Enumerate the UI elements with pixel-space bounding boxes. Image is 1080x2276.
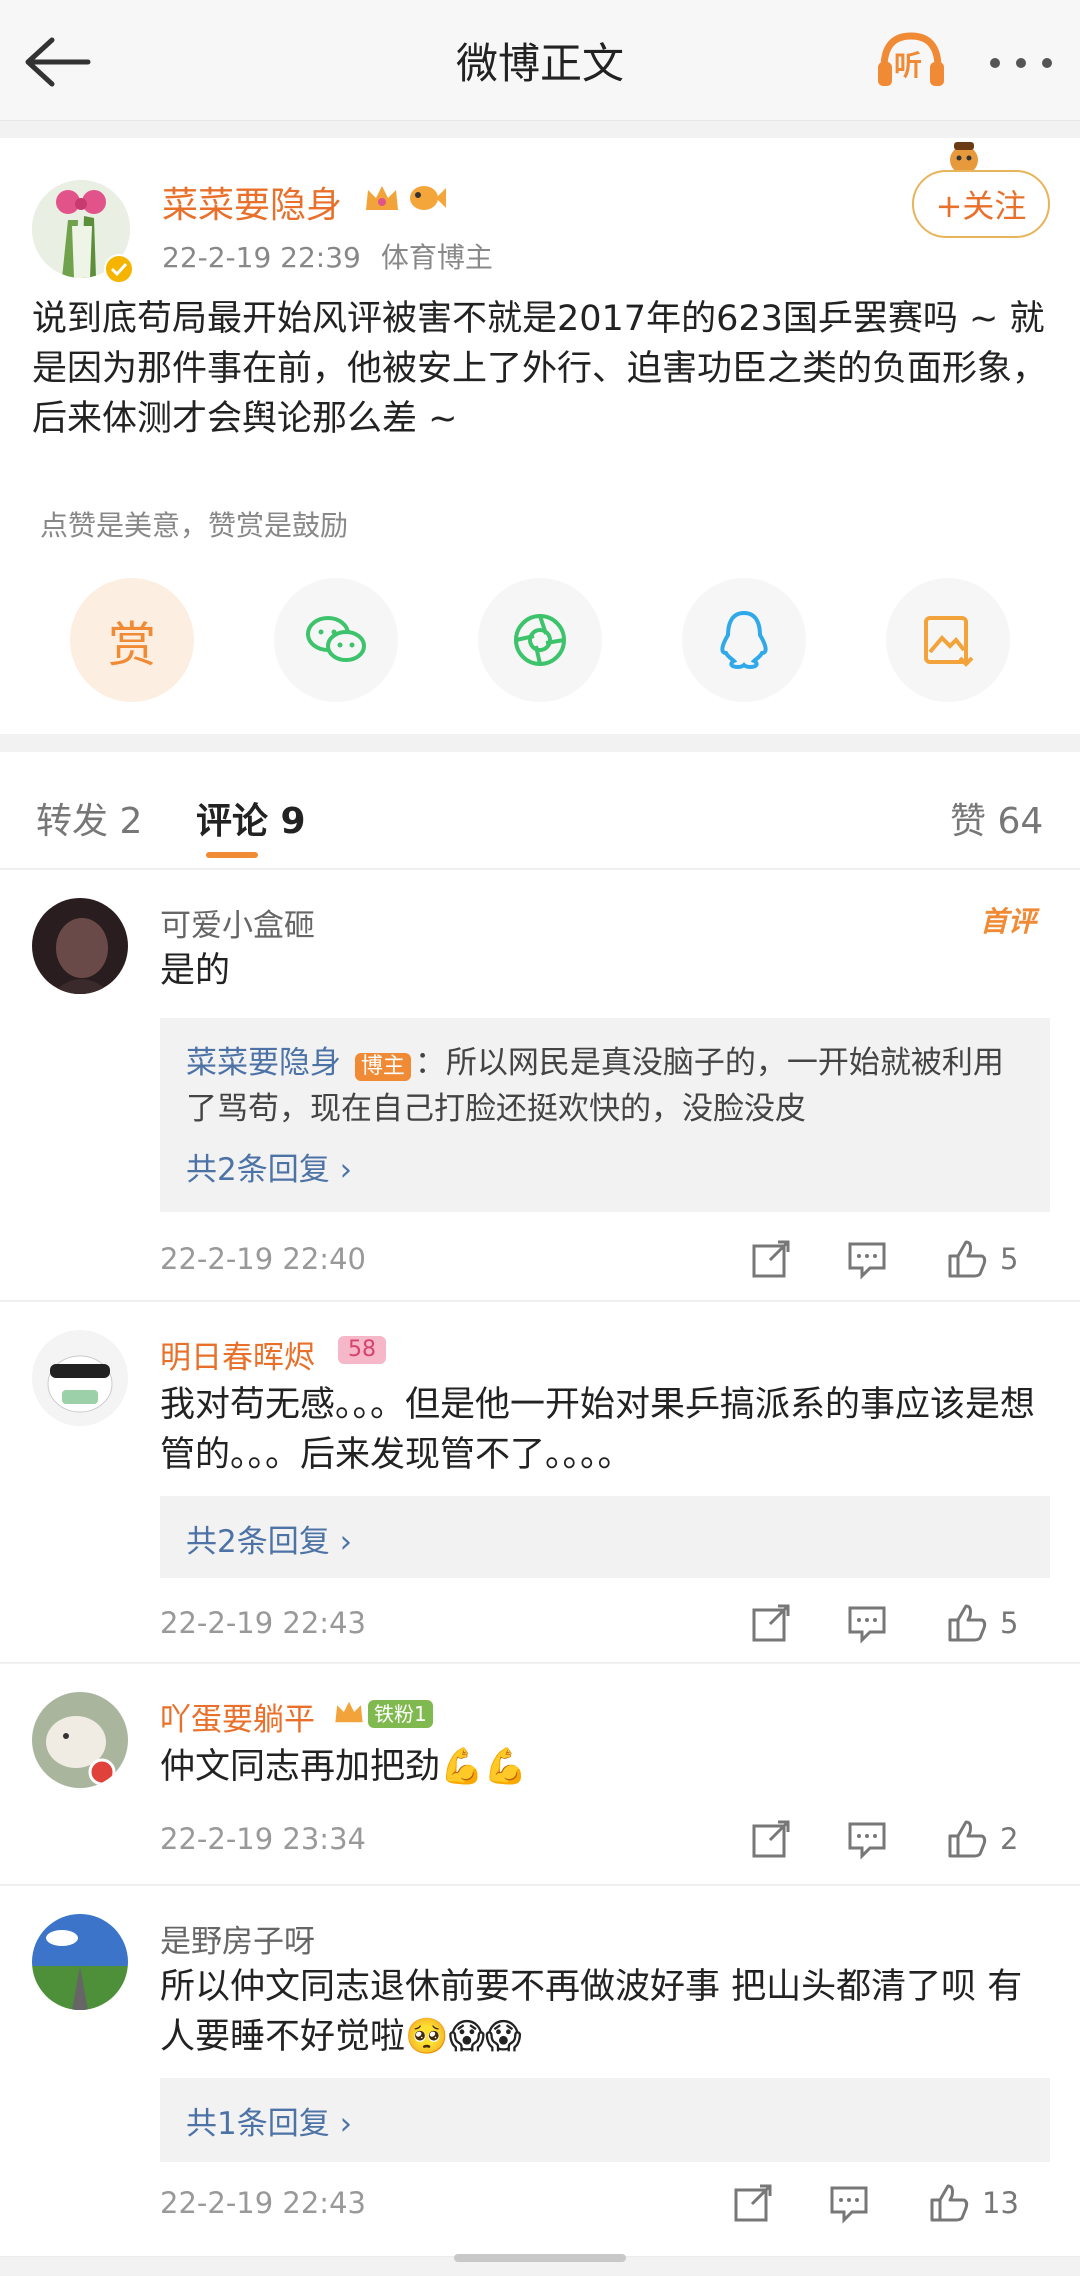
- follow-button[interactable]: +关注: [912, 170, 1050, 238]
- tab-underline: [206, 852, 258, 858]
- like-icon[interactable]: [946, 1818, 988, 1860]
- comment-icon[interactable]: [846, 1818, 888, 1860]
- like-count: 5: [1000, 1242, 1019, 1276]
- save-image-icon: [924, 616, 974, 667]
- like-count: 13: [982, 2186, 1019, 2220]
- comment-author[interactable]: 可爱小盒砸: [160, 900, 315, 945]
- comment-item: 吖蛋要躺平 铁粉1 仲文同志再加把劲💪💪 22-2-19 23:34 2: [0, 1664, 1080, 1885]
- moments-icon: [514, 614, 566, 666]
- reply-author[interactable]: 菜菜要隐身: [186, 1045, 341, 1081]
- repost-icon[interactable]: [732, 2182, 774, 2224]
- comment-actions: 5: [750, 1238, 1050, 1282]
- comment-time: 22-2-19 22:40: [160, 1242, 366, 1276]
- reply-box[interactable]: 共1条回复 ›: [160, 2078, 1050, 2162]
- author-tag: 体育博主: [380, 241, 493, 274]
- fish-icon: [410, 186, 446, 210]
- comment-icon[interactable]: [828, 2182, 870, 2224]
- listen-button[interactable]: 听: [876, 30, 946, 88]
- first-comment-badge: 首评: [980, 905, 1037, 938]
- comment-actions: 5: [750, 1602, 1050, 1646]
- listen-label: 听: [894, 49, 923, 82]
- comment-text: 是的: [160, 951, 231, 991]
- reward-hint: 点赞是美意，赞赏是鼓励: [40, 509, 349, 542]
- reply-box[interactable]: 菜菜要隐身 博主 ：所以网民是真没脑子的，一开始就被利用了骂苟，现在自己打脸还挺欢…: [160, 1018, 1050, 1212]
- qq-icon: [720, 610, 768, 670]
- avatar[interactable]: [32, 1914, 128, 2010]
- post-card: 菜菜要隐身 22-2-19 22:39 体育博主 +关注 说到底苟局最开始风评被害…: [0, 138, 1080, 734]
- share-row: 赏: [70, 578, 1050, 702]
- comment-icon[interactable]: [846, 1238, 888, 1280]
- comment-text: 所以仲文同志退休前要不再做波好事 把山头都清了呗 有人要睡不好觉啦🥺😱😱: [160, 1967, 1023, 2057]
- level-badge: 58: [338, 1336, 386, 1364]
- comment-item: 是野房子呀 所以仲文同志退休前要不再做波好事 把山头都清了呗 有人要睡不好觉啦🥺…: [0, 1886, 1080, 2257]
- save-image-button[interactable]: [886, 578, 1010, 702]
- top-nav-bar: 微博正文 听: [0, 0, 1080, 121]
- comment-author[interactable]: 是野房子呀: [160, 1916, 315, 1961]
- more-icon[interactable]: [990, 58, 1052, 68]
- post-time: 22-2-19 22:39: [162, 241, 361, 274]
- avatar[interactable]: [32, 1692, 128, 1788]
- comment-time: 22-2-19 22:43: [160, 2186, 366, 2220]
- comment-actions: 2: [750, 1818, 1050, 1862]
- like-count: 2: [1000, 1822, 1019, 1856]
- home-indicator: [454, 2254, 626, 2262]
- repost-icon[interactable]: [750, 1602, 792, 1644]
- comment-text: 仲文同志再加把劲💪💪: [160, 1747, 528, 1787]
- reply-more-link[interactable]: 共2条回复 ›: [186, 1516, 352, 1561]
- comment-author[interactable]: 吖蛋要躺平: [160, 1694, 315, 1739]
- share-wechat-button[interactable]: [274, 578, 398, 702]
- reply-more-link[interactable]: 共1条回复 ›: [186, 2098, 352, 2143]
- comment-icon[interactable]: [846, 1602, 888, 1644]
- author-badge: 博主: [354, 1053, 411, 1081]
- reply-content: 菜菜要隐身 博主 ：所以网民是真没脑子的，一开始就被利用了骂苟，现在自己打脸还挺欢…: [186, 1040, 1026, 1132]
- comment-time: 22-2-19 22:43: [160, 1606, 366, 1640]
- crown-icon: [366, 186, 398, 210]
- crown-icon: [335, 1701, 363, 1723]
- reply-box[interactable]: 共2条回复 ›: [160, 1496, 1050, 1578]
- reward-button[interactable]: 赏: [70, 578, 194, 702]
- repost-icon[interactable]: [750, 1238, 792, 1280]
- reply-more-link[interactable]: 共2条回复 ›: [186, 1144, 352, 1189]
- comment-text: 我对苟无感。。。但是他一开始对果乒搞派系的事应该是想管的。。。后来发现管不了。。…: [160, 1385, 1036, 1475]
- comment-item: 明日春晖烬 58 我对苟无感。。。但是他一开始对果乒搞派系的事应该是想管的。。。…: [0, 1302, 1080, 1663]
- like-icon[interactable]: [928, 2182, 970, 2224]
- tab-comment[interactable]: 评论 9: [196, 792, 306, 844]
- comment-time: 22-2-19 23:34: [160, 1822, 366, 1856]
- like-icon[interactable]: [946, 1602, 988, 1644]
- tab-bar: 转发 2 评论 9 赞 64: [0, 752, 1080, 869]
- comment-item: 可爱小盒砸 首评 是的 菜菜要隐身 博主 ：所以网民是真没脑子的，一开始就被利用了…: [0, 870, 1080, 1301]
- avatar[interactable]: [32, 1330, 128, 1426]
- like-count: 5: [1000, 1606, 1019, 1640]
- share-qq-button[interactable]: [682, 578, 806, 702]
- share-moments-button[interactable]: [478, 578, 602, 702]
- comment-actions: 13: [734, 2182, 1050, 2226]
- comment-author[interactable]: 明日春晖烬: [160, 1332, 315, 1377]
- verified-badge-icon: [104, 254, 134, 284]
- wechat-icon: [306, 616, 366, 662]
- tab-repost[interactable]: 转发 2: [36, 792, 142, 844]
- post-meta: 22-2-19 22:39 体育博主: [162, 236, 493, 276]
- tab-like[interactable]: 赞 64: [950, 792, 1043, 844]
- author-name[interactable]: 菜菜要隐身: [162, 176, 342, 228]
- avatar[interactable]: [32, 898, 128, 994]
- repost-icon[interactable]: [750, 1818, 792, 1860]
- post-content: 说到底苟局最开始风评被害不就是2017年的623国乒罢赛吗 ~ 就是因为那件事在…: [32, 299, 1048, 439]
- fan-badge: 铁粉1: [368, 1700, 433, 1728]
- like-icon[interactable]: [946, 1238, 988, 1280]
